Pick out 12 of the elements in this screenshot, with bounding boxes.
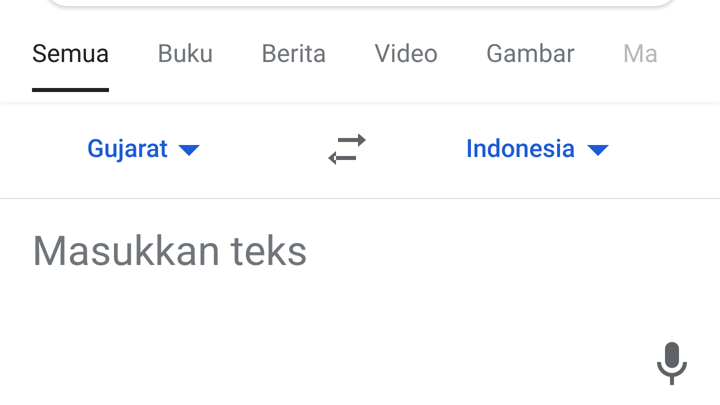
target-language-dropdown[interactable]: Indonesia [466, 131, 610, 169]
swap-icon[interactable] [326, 134, 368, 166]
tab[interactable]: Gambar [486, 36, 575, 92]
tab[interactable]: Video [374, 36, 438, 92]
caret-icon [587, 144, 610, 156]
caret-icon [178, 144, 200, 156]
source-language-dropdown[interactable]: Gujarat [87, 131, 200, 169]
text-input-field[interactable]: Masukkan teks [32, 224, 632, 282]
tab[interactable]: Semua [32, 36, 110, 92]
tab[interactable]: Berita [261, 36, 326, 92]
microphone-icon[interactable] [656, 342, 688, 385]
tab[interactable]: Buku [157, 36, 214, 92]
